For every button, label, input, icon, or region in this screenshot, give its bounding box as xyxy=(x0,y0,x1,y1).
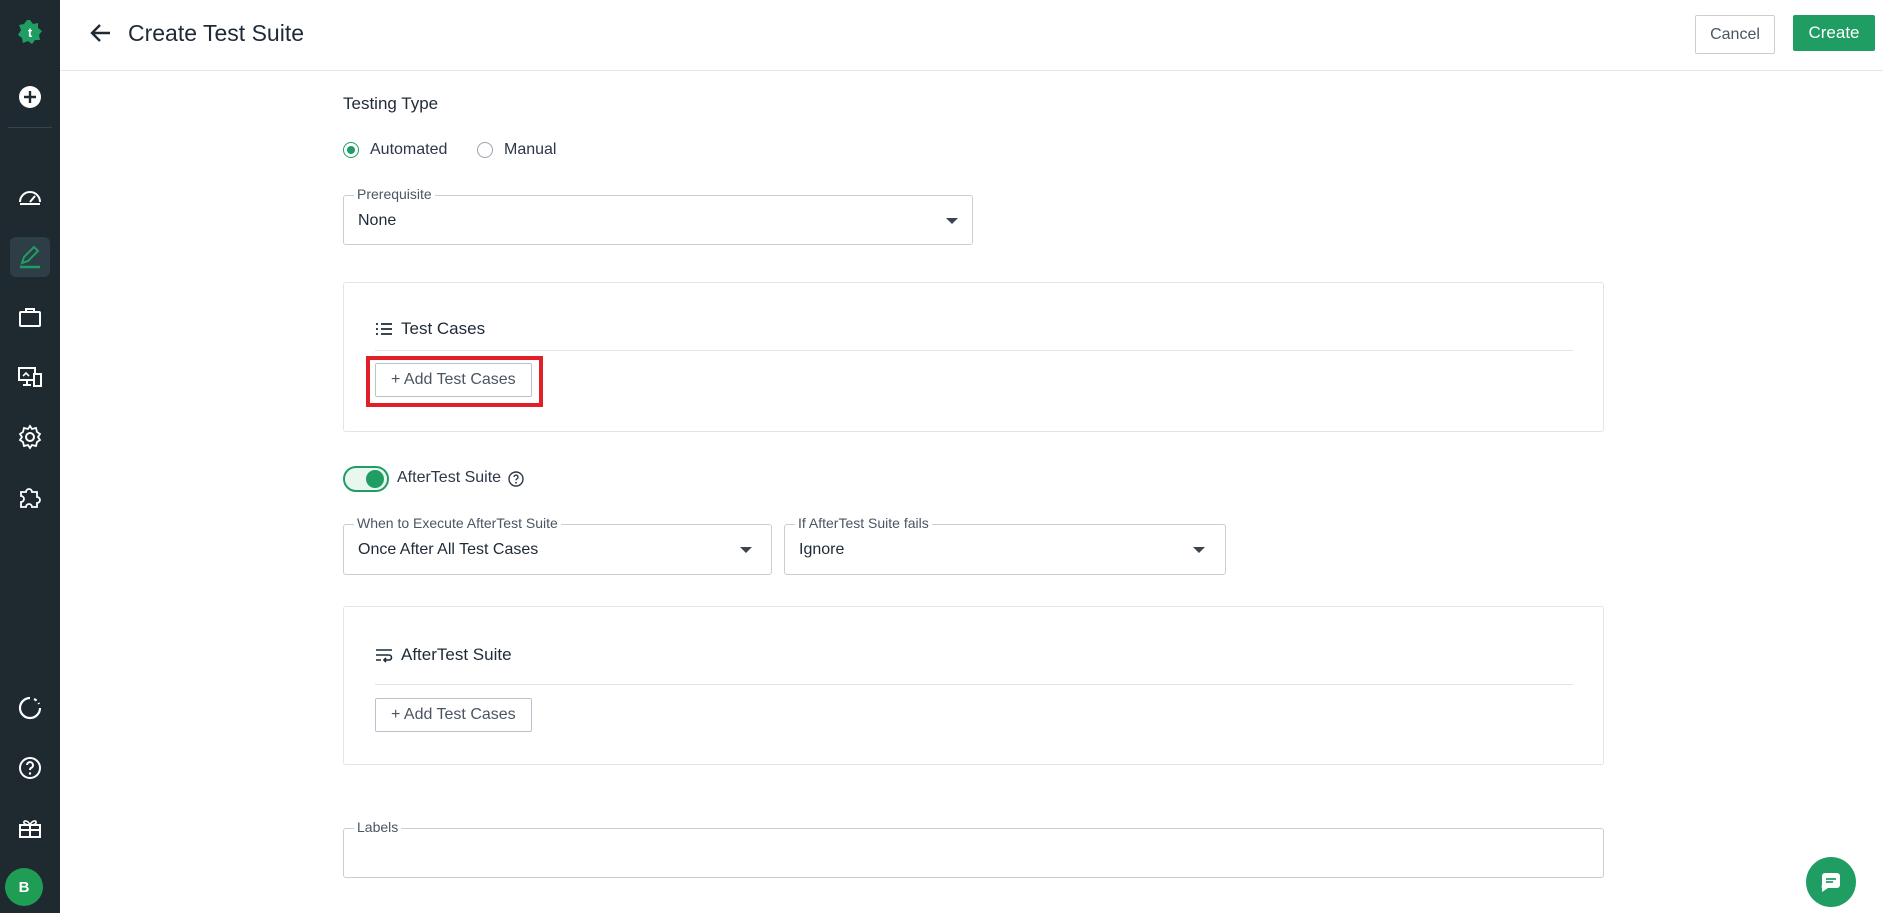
radio-automated-label[interactable]: Automated xyxy=(370,141,447,159)
prerequisite-label: Prerequisite xyxy=(354,186,435,202)
list-icon xyxy=(376,323,392,335)
sidebar-divider xyxy=(8,127,52,128)
chat-button[interactable] xyxy=(1806,857,1856,907)
labels-label: Labels xyxy=(354,819,402,835)
test-cases-title: Test Cases xyxy=(375,319,485,339)
briefcase-icon[interactable] xyxy=(10,297,50,337)
back-arrow-icon[interactable] xyxy=(88,20,114,46)
cancel-button[interactable]: Cancel xyxy=(1695,15,1775,54)
svg-text:t: t xyxy=(28,25,33,40)
aftertest-suite-toggle[interactable] xyxy=(343,466,389,492)
help-icon[interactable] xyxy=(10,748,50,788)
dashboard-icon[interactable] xyxy=(10,177,50,217)
avatar[interactable]: B xyxy=(5,868,43,906)
chevron-down-icon xyxy=(1193,547,1205,553)
settings-icon[interactable] xyxy=(10,417,50,457)
if-fails-value: Ignore xyxy=(799,541,845,558)
aftertest-suite-card: AfterTest Suite + Add Test Cases xyxy=(343,606,1604,765)
card-divider xyxy=(375,350,1573,351)
refresh-icon[interactable] xyxy=(10,688,50,728)
aftertest-suite-toggle-label: AfterTest Suite xyxy=(397,469,502,486)
when-to-execute-label: When to Execute AfterTest Suite xyxy=(354,515,561,531)
edit-icon[interactable] xyxy=(10,237,50,277)
create-button[interactable]: Create xyxy=(1793,15,1875,51)
aftertest-suite-card-title: AfterTest Suite xyxy=(375,645,512,665)
question-circle-icon[interactable] xyxy=(507,470,525,488)
when-to-execute-value: Once After All Test Cases xyxy=(358,541,539,558)
prerequisite-select[interactable]: Prerequisite None xyxy=(343,186,973,245)
when-to-execute-select[interactable]: When to Execute AfterTest Suite Once Aft… xyxy=(343,515,772,575)
add-icon[interactable] xyxy=(10,77,50,117)
chevron-down-icon xyxy=(740,547,752,553)
wrap-lines-icon xyxy=(376,649,393,663)
gift-icon[interactable] xyxy=(10,808,50,848)
prerequisite-value: None xyxy=(358,212,397,229)
chat-icon xyxy=(1821,873,1840,892)
sidebar: t B xyxy=(0,0,60,913)
radio-manual-label[interactable]: Manual xyxy=(504,141,556,159)
chevron-down-icon xyxy=(946,218,958,224)
if-fails-label: If AfterTest Suite fails xyxy=(795,515,932,531)
puzzle-icon[interactable] xyxy=(10,477,50,517)
logo-icon[interactable]: t xyxy=(10,12,50,52)
card-divider xyxy=(375,684,1573,685)
radio-automated[interactable] xyxy=(343,142,359,158)
highlight-box xyxy=(366,356,543,407)
aftertest-suite-card-title-text: AfterTest Suite xyxy=(401,645,512,664)
radio-manual[interactable] xyxy=(477,142,493,158)
labels-field[interactable]: Labels xyxy=(343,819,1604,878)
devices-icon[interactable] xyxy=(10,357,50,397)
testing-type-label: Testing Type xyxy=(343,94,439,113)
page-title: Create Test Suite xyxy=(128,20,305,46)
test-cases-title-text: Test Cases xyxy=(401,319,486,338)
if-fails-select[interactable]: If AfterTest Suite fails Ignore xyxy=(784,515,1226,575)
header: Create Test Suite Cancel Create xyxy=(60,0,1883,71)
add-aftertest-cases-button[interactable]: + Add Test Cases xyxy=(375,698,532,732)
